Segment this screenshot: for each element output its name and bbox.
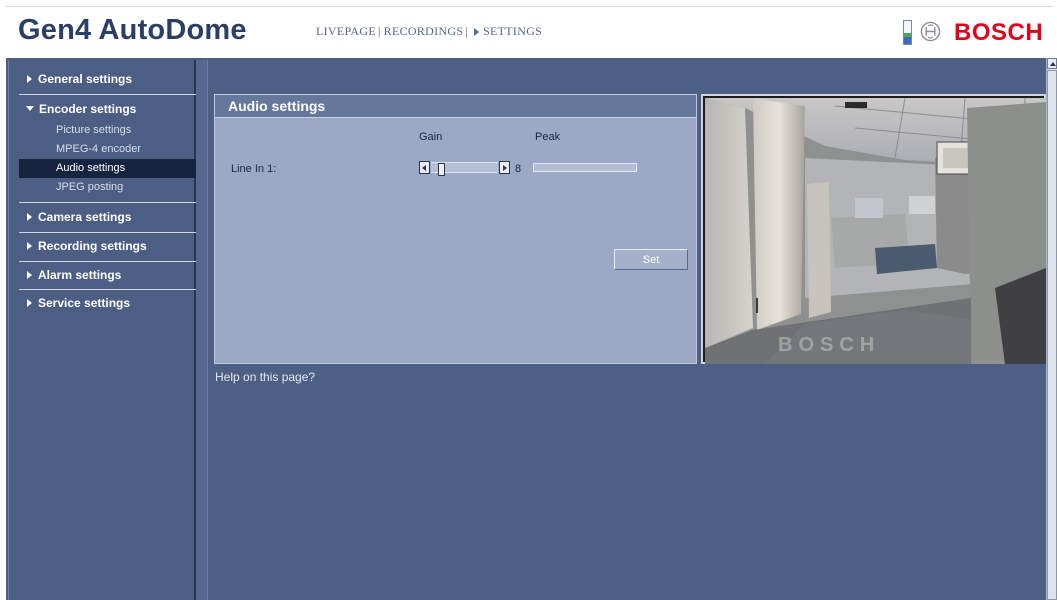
arrow-right-icon	[503, 165, 507, 171]
frame-separator	[196, 60, 208, 600]
audio-settings-panel: Audio settings Gain Peak Line In 1: 8 Se…	[214, 94, 697, 364]
header: Gen4 AutoDome LIVEPAGE | RECORDINGS | SE…	[0, 0, 1057, 58]
video-watermark: BOSCH	[778, 334, 881, 356]
sidebar-section-alarm[interactable]: Alarm settings	[19, 268, 203, 282]
camera-image	[705, 98, 1046, 364]
nav-separator: |	[465, 24, 469, 38]
gain-increase-button[interactable]	[499, 161, 510, 174]
scroll-thumb[interactable]	[1047, 70, 1057, 600]
header-rule	[6, 6, 1054, 7]
sidebar-item-picture-settings[interactable]: Picture settings	[19, 121, 203, 140]
scroll-up-button[interactable]	[1047, 58, 1057, 69]
expand-arrow-icon	[27, 270, 32, 279]
arrow-left-icon	[422, 165, 426, 171]
arrow-up-icon	[1050, 62, 1056, 66]
sidebar-divider	[19, 261, 203, 262]
app-title: Gen4 AutoDome	[18, 14, 247, 46]
gain-slider-thumb[interactable]	[438, 163, 445, 176]
bosch-logo: BOSCH	[954, 19, 1044, 46]
sidebar-section-label: Camera settings	[38, 210, 132, 224]
expand-arrow-icon	[27, 298, 32, 307]
expand-arrow-icon	[27, 212, 32, 221]
top-navigation: LIVEPAGE | RECORDINGS | SETTINGS	[316, 24, 542, 39]
line-in-label: Line In 1:	[231, 163, 277, 175]
gain-column-label: Gain	[419, 131, 443, 143]
gain-slider-track[interactable]	[431, 162, 498, 176]
nav-recordings[interactable]: RECORDINGS	[384, 24, 464, 39]
sidebar-section-encoder[interactable]: Encoder settings	[19, 102, 203, 116]
gain-value: 8	[515, 163, 522, 175]
sidebar-item-audio-settings[interactable]: Audio settings	[19, 159, 203, 178]
sidebar-section-label: General settings	[38, 72, 133, 86]
sidebar: General settings Encoder settings Pictur…	[8, 60, 203, 600]
sidebar-section-label: Recording settings	[38, 239, 147, 253]
sidebar-item-mpeg4-encoder[interactable]: MPEG-4 encoder	[19, 140, 203, 159]
sidebar-section-label: Alarm settings	[38, 268, 122, 282]
peak-level-meter	[533, 163, 637, 172]
bosch-armature-icon	[920, 21, 941, 42]
sidebar-section-camera[interactable]: Camera settings	[19, 210, 203, 224]
sidebar-divider	[19, 94, 203, 95]
expand-arrow-icon	[27, 74, 32, 83]
sidebar-divider	[19, 232, 203, 233]
help-link[interactable]: Help on this page?	[215, 370, 315, 384]
page-scrollbar[interactable]	[1046, 58, 1057, 600]
audio-panel-title: Audio settings	[215, 95, 696, 118]
set-button[interactable]: Set	[614, 249, 688, 270]
sidebar-divider	[19, 202, 203, 203]
nav-livepage[interactable]: LIVEPAGE	[316, 24, 376, 39]
live-video-preview: BOSCH	[701, 94, 1046, 364]
gain-decrease-button[interactable]	[419, 161, 430, 174]
status-level-blue	[904, 37, 911, 44]
gain-slider[interactable]	[419, 161, 511, 176]
collapse-arrow-icon	[26, 106, 34, 112]
nav-settings[interactable]: SETTINGS	[483, 24, 542, 39]
nav-separator: |	[377, 24, 381, 38]
sidebar-item-jpeg-posting[interactable]: JPEG posting	[19, 178, 203, 197]
expand-arrow-icon	[27, 241, 32, 250]
nav-active-arrow-icon	[474, 27, 480, 36]
sidebar-section-label: Encoder settings	[39, 102, 137, 116]
sidebar-section-general[interactable]: General settings	[19, 72, 203, 86]
peak-column-label: Peak	[535, 131, 561, 143]
status-level-indicator	[903, 20, 912, 45]
sidebar-section-recording[interactable]: Recording settings	[19, 239, 203, 253]
sidebar-section-service[interactable]: Service settings	[19, 296, 203, 310]
sidebar-divider	[19, 289, 203, 290]
sidebar-section-label: Service settings	[38, 296, 131, 310]
